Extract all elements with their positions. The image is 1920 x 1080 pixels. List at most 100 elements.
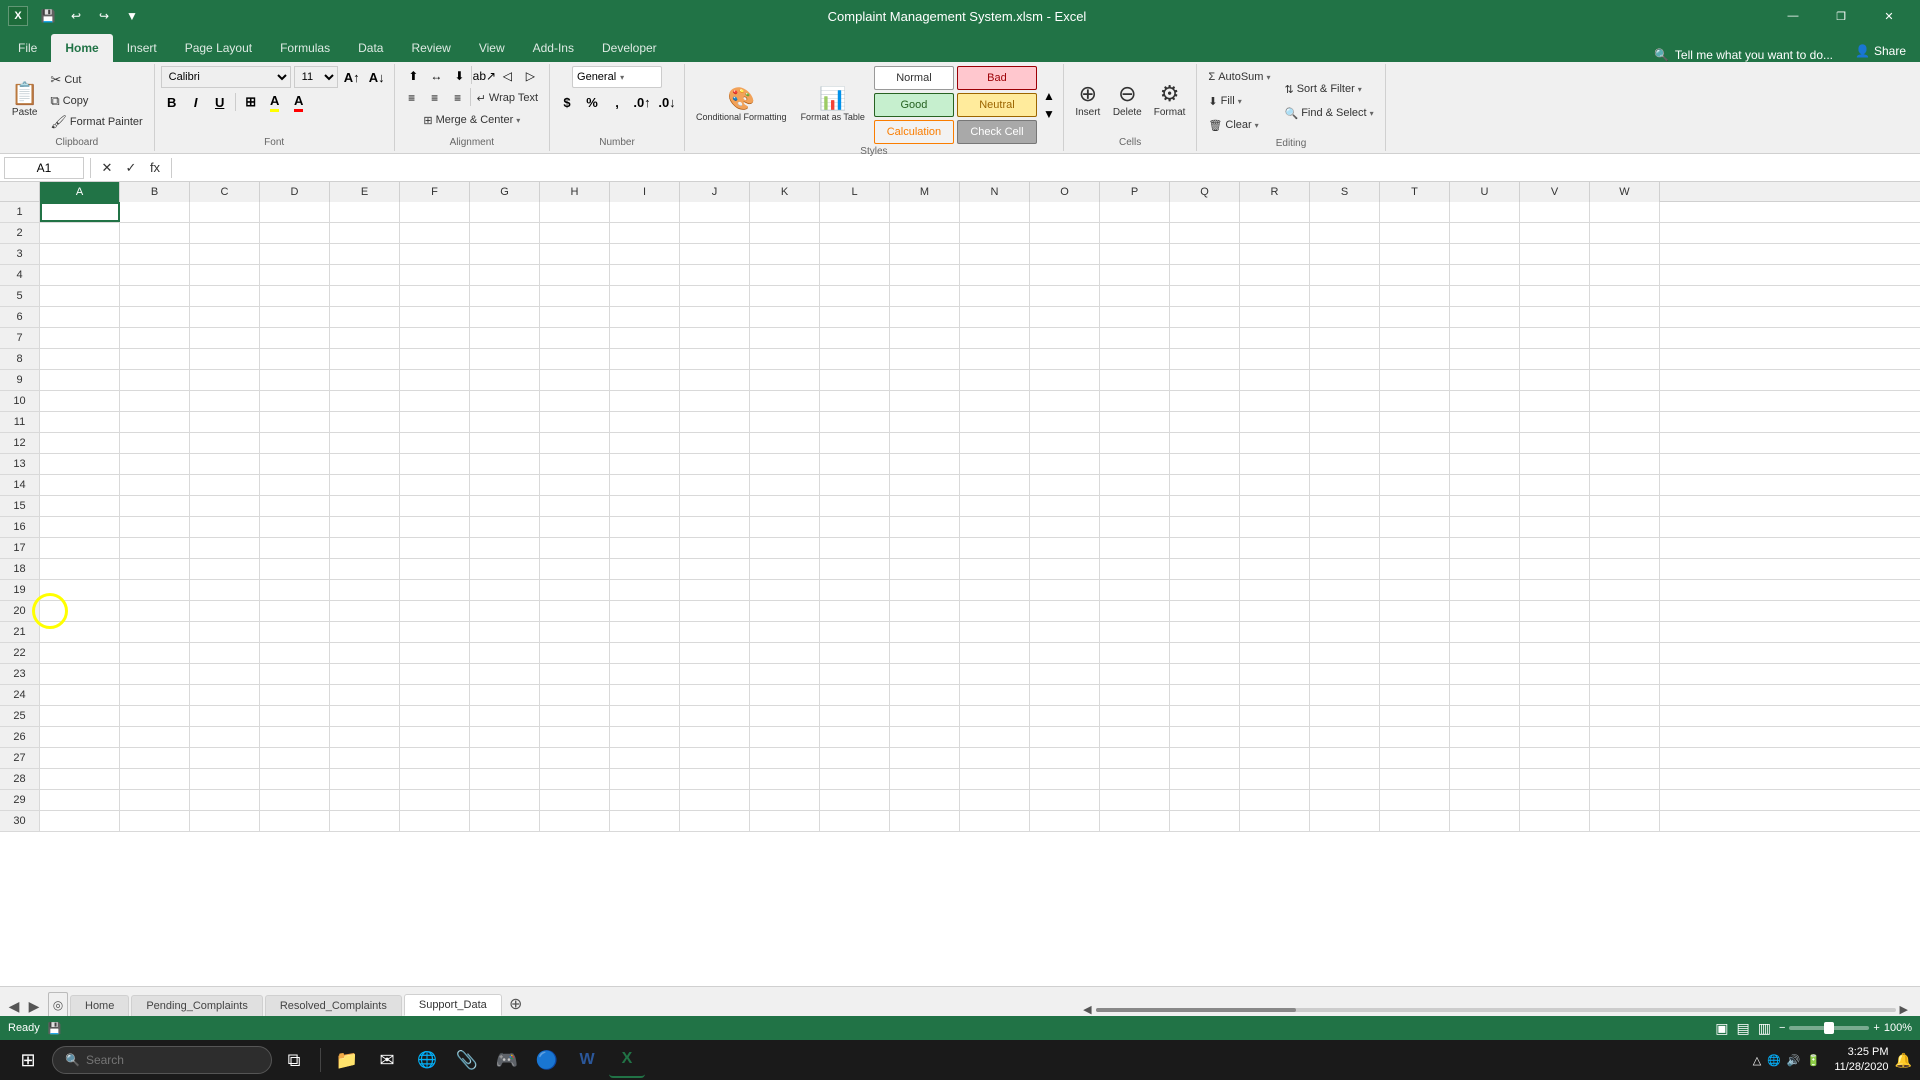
cell-K27[interactable] (750, 748, 820, 768)
cell-P8[interactable] (1100, 349, 1170, 369)
cell-K14[interactable] (750, 475, 820, 495)
cell-O19[interactable] (1030, 580, 1100, 600)
cell-P23[interactable] (1100, 664, 1170, 684)
cell-Q28[interactable] (1170, 769, 1240, 789)
cell-S15[interactable] (1310, 496, 1380, 516)
cell-C10[interactable] (190, 391, 260, 411)
row-header-15[interactable]: 15 (0, 496, 40, 516)
cell-K24[interactable] (750, 685, 820, 705)
cell-V2[interactable] (1520, 223, 1590, 243)
scroll-tabs-right[interactable]: ▶ (24, 996, 44, 1016)
cell-J26[interactable] (680, 727, 750, 747)
cell-H12[interactable] (540, 433, 610, 453)
cell-R9[interactable] (1240, 370, 1310, 390)
cell-Q13[interactable] (1170, 454, 1240, 474)
cell-J2[interactable] (680, 223, 750, 243)
cell-I11[interactable] (610, 412, 680, 432)
cell-U14[interactable] (1450, 475, 1520, 495)
cell-G24[interactable] (470, 685, 540, 705)
cell-S1[interactable] (1310, 202, 1380, 222)
cell-R4[interactable] (1240, 265, 1310, 285)
page-layout-button[interactable]: ▤ (1737, 1020, 1750, 1037)
cell-B23[interactable] (120, 664, 190, 684)
cell-H27[interactable] (540, 748, 610, 768)
cell-H11[interactable] (540, 412, 610, 432)
cell-Q18[interactable] (1170, 559, 1240, 579)
cell-W30[interactable] (1590, 811, 1660, 831)
cell-R15[interactable] (1240, 496, 1310, 516)
insert-function-button[interactable]: fx (145, 158, 165, 178)
col-header-P[interactable]: P (1100, 182, 1170, 202)
cell-L4[interactable] (820, 265, 890, 285)
top-align-button[interactable]: ⬆ (402, 66, 424, 86)
cell-R11[interactable] (1240, 412, 1310, 432)
cell-A15[interactable] (40, 496, 120, 516)
cell-V4[interactable] (1520, 265, 1590, 285)
col-header-U[interactable]: U (1450, 182, 1520, 202)
cell-B9[interactable] (120, 370, 190, 390)
bottom-align-button[interactable]: ⬇ (448, 66, 470, 86)
cell-D6[interactable] (260, 307, 330, 327)
cell-A13[interactable] (40, 454, 120, 474)
cell-T23[interactable] (1380, 664, 1450, 684)
cell-U19[interactable] (1450, 580, 1520, 600)
cell-L19[interactable] (820, 580, 890, 600)
cell-S17[interactable] (1310, 538, 1380, 558)
cell-D12[interactable] (260, 433, 330, 453)
align-center-button[interactable]: ≡ (424, 88, 446, 108)
cell-F25[interactable] (400, 706, 470, 726)
cell-P17[interactable] (1100, 538, 1170, 558)
close-button[interactable]: ✕ (1866, 0, 1912, 32)
undo-button[interactable]: ↩ (64, 4, 88, 28)
cell-G10[interactable] (470, 391, 540, 411)
cell-E3[interactable] (330, 244, 400, 264)
cell-P20[interactable] (1100, 601, 1170, 621)
cell-A2[interactable] (40, 223, 120, 243)
cell-N17[interactable] (960, 538, 1030, 558)
increase-indent-button[interactable]: ▷ (519, 66, 541, 86)
cell-T13[interactable] (1380, 454, 1450, 474)
cell-W10[interactable] (1590, 391, 1660, 411)
cell-S8[interactable] (1310, 349, 1380, 369)
cell-L25[interactable] (820, 706, 890, 726)
cell-M26[interactable] (890, 727, 960, 747)
cell-F20[interactable] (400, 601, 470, 621)
cell-O12[interactable] (1030, 433, 1100, 453)
cell-P12[interactable] (1100, 433, 1170, 453)
cell-E2[interactable] (330, 223, 400, 243)
cell-G17[interactable] (470, 538, 540, 558)
cell-H7[interactable] (540, 328, 610, 348)
bold-button[interactable]: B (161, 91, 183, 113)
cell-F24[interactable] (400, 685, 470, 705)
cell-W4[interactable] (1590, 265, 1660, 285)
cell-A21[interactable] (40, 622, 120, 642)
cell-C4[interactable] (190, 265, 260, 285)
cell-W12[interactable] (1590, 433, 1660, 453)
row-header-11[interactable]: 11 (0, 412, 40, 432)
cell-P5[interactable] (1100, 286, 1170, 306)
cell-T2[interactable] (1380, 223, 1450, 243)
cell-A28[interactable] (40, 769, 120, 789)
cell-W8[interactable] (1590, 349, 1660, 369)
cell-Q26[interactable] (1170, 727, 1240, 747)
cell-W13[interactable] (1590, 454, 1660, 474)
cell-B12[interactable] (120, 433, 190, 453)
cell-H23[interactable] (540, 664, 610, 684)
cell-A24[interactable] (40, 685, 120, 705)
cell-O15[interactable] (1030, 496, 1100, 516)
col-header-G[interactable]: G (470, 182, 540, 202)
cell-G2[interactable] (470, 223, 540, 243)
cell-J7[interactable] (680, 328, 750, 348)
cell-V24[interactable] (1520, 685, 1590, 705)
cell-G25[interactable] (470, 706, 540, 726)
cell-G3[interactable] (470, 244, 540, 264)
cell-Q17[interactable] (1170, 538, 1240, 558)
cell-K10[interactable] (750, 391, 820, 411)
format-cells-button[interactable]: ⚙ Format (1149, 71, 1191, 131)
cell-E29[interactable] (330, 790, 400, 810)
cell-P14[interactable] (1100, 475, 1170, 495)
cell-N26[interactable] (960, 727, 1030, 747)
cell-R21[interactable] (1240, 622, 1310, 642)
cell-J22[interactable] (680, 643, 750, 663)
cell-H30[interactable] (540, 811, 610, 831)
